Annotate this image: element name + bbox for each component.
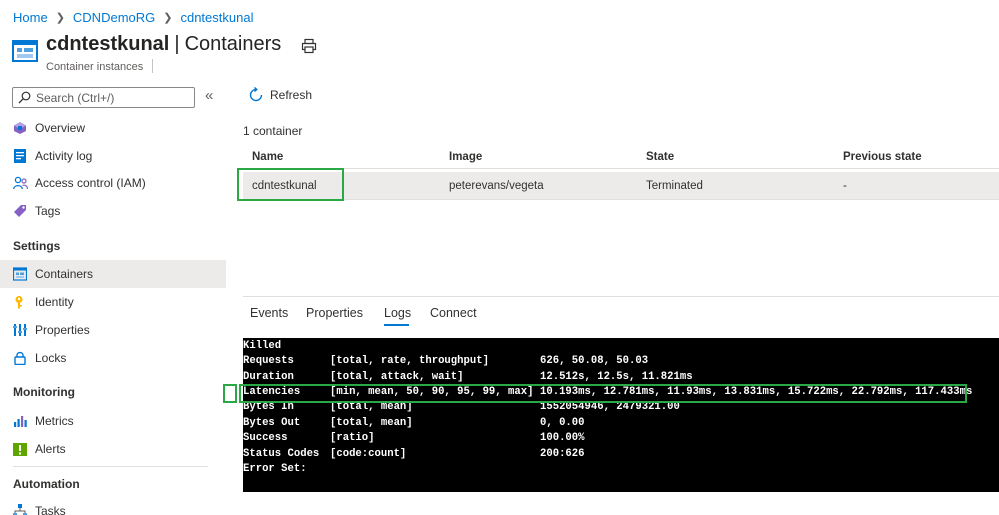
breadcrumb-resource[interactable]: cdntestkunal — [180, 10, 253, 25]
sidebar-item-alerts[interactable]: Alerts — [0, 435, 226, 463]
refresh-button[interactable]: Refresh — [248, 87, 312, 103]
cloud-icon — [12, 120, 28, 136]
cell-image: peterevans/vegeta — [449, 180, 544, 192]
sidebar-section-automation: Automation — [13, 477, 80, 491]
page-subtitle: Container instances — [46, 61, 144, 73]
alerts-icon — [12, 441, 28, 457]
sidebar-item-label: Containers — [35, 267, 94, 281]
tab-connect[interactable]: Connect — [430, 306, 477, 320]
table-row-divider — [243, 199, 999, 200]
blade-name: Containers — [184, 33, 282, 55]
annotation-marker — [223, 384, 237, 403]
container-count: 1 container — [243, 124, 303, 138]
sidebar-item-label: Identity — [35, 295, 74, 309]
sidebar-item-access-control[interactable]: Access control (IAM) — [0, 169, 226, 197]
table-row[interactable] — [243, 172, 999, 199]
search-icon — [18, 91, 31, 104]
tag-icon — [12, 203, 28, 219]
sidebar-divider — [13, 466, 208, 467]
active-tab-indicator — [384, 324, 409, 326]
sidebar-item-label: Activity log — [35, 149, 93, 163]
sidebar-item-label: Locks — [35, 351, 67, 365]
activity-log-icon — [12, 148, 28, 164]
sidebar-section-settings: Settings — [13, 239, 61, 253]
people-icon — [12, 175, 28, 191]
tabs-divider — [243, 296, 999, 297]
resource-name: cdntestkunal — [46, 33, 170, 55]
sidebar-item-label: Tasks — [35, 504, 66, 515]
metrics-icon — [12, 413, 28, 429]
sidebar-item-properties[interactable]: Properties — [0, 316, 226, 344]
page-title: cdntestkunal | Containers — [46, 33, 281, 56]
container-instances-icon — [12, 40, 38, 62]
sidebar-section-monitoring: Monitoring — [13, 385, 75, 399]
properties-icon — [12, 322, 28, 338]
refresh-icon — [249, 87, 263, 102]
sidebar-item-identity[interactable]: Identity — [0, 288, 226, 316]
refresh-label: Refresh — [270, 88, 313, 102]
cell-state: Terminated — [646, 180, 703, 192]
sidebar-item-label: Metrics — [35, 414, 74, 428]
sidebar-item-label: Overview — [35, 121, 86, 135]
sidebar-item-locks[interactable]: Locks — [0, 344, 226, 372]
column-header-state[interactable]: State — [646, 151, 674, 163]
sidebar-item-tasks[interactable]: Tasks — [0, 497, 226, 515]
annotation-highlight-latencies — [239, 384, 967, 403]
cell-previous-state: - — [843, 180, 847, 192]
annotation-highlight-name — [237, 168, 344, 201]
log-line: Error Set: — [243, 463, 307, 475]
sidebar-item-tags[interactable]: Tags — [0, 197, 226, 225]
search-placeholder: Search (Ctrl+/) — [36, 90, 115, 105]
subtitle-divider — [152, 59, 153, 73]
sidebar-item-label: Tags — [35, 204, 61, 218]
breadcrumb-resource-group[interactable]: CDNDemoRG — [73, 10, 155, 25]
sidebar-item-metrics[interactable]: Metrics — [0, 407, 226, 435]
sidebar-item-label: Properties — [35, 323, 90, 337]
chevron-right-icon: ❯ — [163, 12, 173, 24]
breadcrumb-home[interactable]: Home — [13, 10, 48, 25]
sidebar-item-overview[interactable]: Overview — [0, 114, 226, 142]
column-header-previous-state[interactable]: Previous state — [843, 151, 922, 163]
title-separator: | — [174, 33, 180, 55]
containers-icon — [12, 266, 28, 282]
sidebar-item-label: Alerts — [35, 442, 66, 456]
lock-icon — [12, 350, 28, 366]
breadcrumb: Home ❯ CDNDemoRG ❯ cdntestkunal — [13, 10, 253, 25]
column-header-name[interactable]: Name — [252, 151, 283, 163]
search-input[interactable]: Search (Ctrl+/) — [12, 87, 195, 108]
sidebar-item-label: Access control (IAM) — [35, 176, 146, 190]
tab-logs[interactable]: Logs — [384, 306, 411, 320]
tab-events[interactable]: Events — [250, 306, 288, 320]
identity-icon — [12, 294, 28, 310]
tab-properties[interactable]: Properties — [306, 306, 363, 320]
sidebar-item-activity-log[interactable]: Activity log — [0, 142, 226, 170]
collapse-sidebar-button[interactable]: « — [205, 88, 213, 103]
tasks-icon — [12, 503, 28, 515]
table-header-divider — [243, 168, 999, 169]
column-header-image[interactable]: Image — [449, 151, 482, 163]
chevron-right-icon: ❯ — [55, 12, 65, 24]
print-icon[interactable] — [301, 38, 317, 54]
sidebar-item-containers[interactable]: Containers — [0, 260, 226, 288]
